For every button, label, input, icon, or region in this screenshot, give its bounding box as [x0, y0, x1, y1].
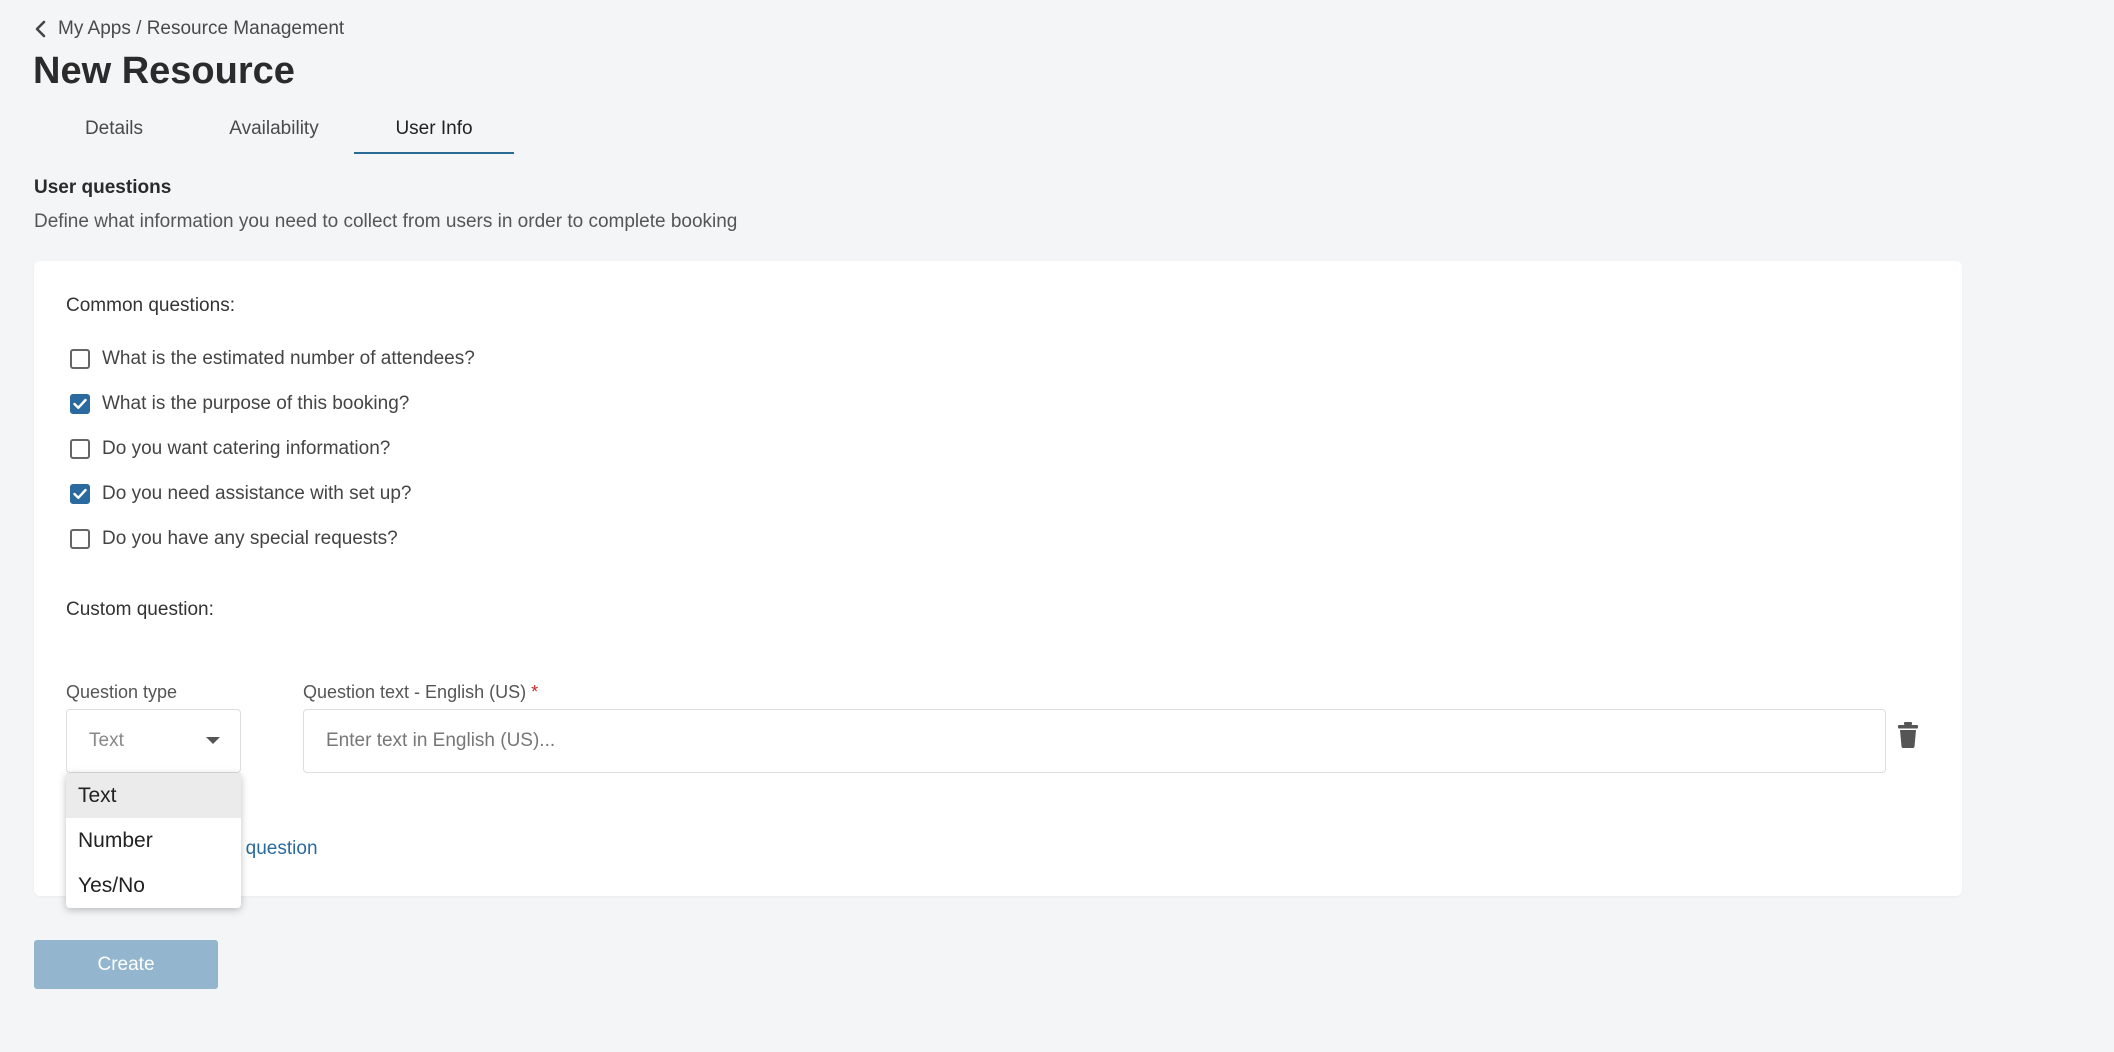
question-label: Do you want catering information?: [102, 438, 391, 459]
question-attendees[interactable]: What is the estimated number of attendee…: [70, 348, 475, 370]
required-marker: *: [531, 682, 539, 702]
tab-label: Availability: [229, 118, 319, 139]
question-setup[interactable]: Do you need assistance with set up?: [70, 483, 411, 505]
question-type-value: Text: [89, 730, 124, 751]
tab-bar: Details Availability User Info: [34, 118, 514, 154]
question-type-select[interactable]: Text: [66, 709, 241, 773]
page-title: New Resource: [33, 50, 295, 92]
checkbox[interactable]: [70, 439, 90, 459]
question-label: What is the estimated number of attendee…: [102, 348, 475, 369]
question-type-label: Question type: [66, 682, 178, 702]
question-catering[interactable]: Do you want catering information?: [70, 438, 390, 460]
question-label: Do you need assistance with set up?: [102, 483, 412, 504]
question-label: What is the purpose of this booking?: [102, 393, 410, 414]
question-special-requests[interactable]: Do you have any special requests?: [70, 528, 398, 550]
tab-label: Details: [84, 118, 144, 139]
caret-down-icon: [206, 737, 220, 744]
create-button[interactable]: Create: [34, 940, 218, 989]
breadcrumb-text: My Apps / Resource Management: [58, 18, 345, 39]
checkbox[interactable]: [70, 349, 90, 369]
tab-availability[interactable]: Availability: [194, 118, 354, 152]
check-icon: [73, 398, 87, 409]
question-text-input[interactable]: [303, 709, 1886, 773]
checkbox-checked[interactable]: [70, 484, 90, 504]
check-icon: [73, 488, 87, 499]
question-text-label-text: Question text - English (US): [303, 682, 527, 702]
question-text-label: Question text - English (US) *: [303, 682, 538, 703]
tab-details[interactable]: Details: [34, 118, 194, 152]
menu-option-text[interactable]: Text: [66, 773, 241, 818]
checkbox-checked[interactable]: [70, 394, 90, 414]
menu-option-number[interactable]: Number: [66, 818, 241, 863]
checkbox[interactable]: [70, 529, 90, 549]
question-type-menu: Text Number Yes/No: [66, 773, 241, 908]
chevron-left-icon: [35, 20, 46, 38]
breadcrumb[interactable]: My Apps / Resource Management: [34, 18, 344, 40]
question-purpose[interactable]: What is the purpose of this booking?: [70, 393, 409, 415]
common-questions-label: Common questions:: [66, 295, 235, 316]
tab-user-info[interactable]: User Info: [354, 118, 514, 154]
section-title: User questions: [34, 177, 172, 198]
menu-option-yes-no[interactable]: Yes/No: [66, 863, 241, 908]
trash-icon[interactable]: [1898, 722, 1918, 753]
section-description: Define what information you need to coll…: [34, 211, 738, 232]
question-label: Do you have any special requests?: [102, 528, 398, 549]
tab-label: User Info: [395, 118, 473, 139]
custom-question-label: Custom question:: [66, 599, 214, 620]
